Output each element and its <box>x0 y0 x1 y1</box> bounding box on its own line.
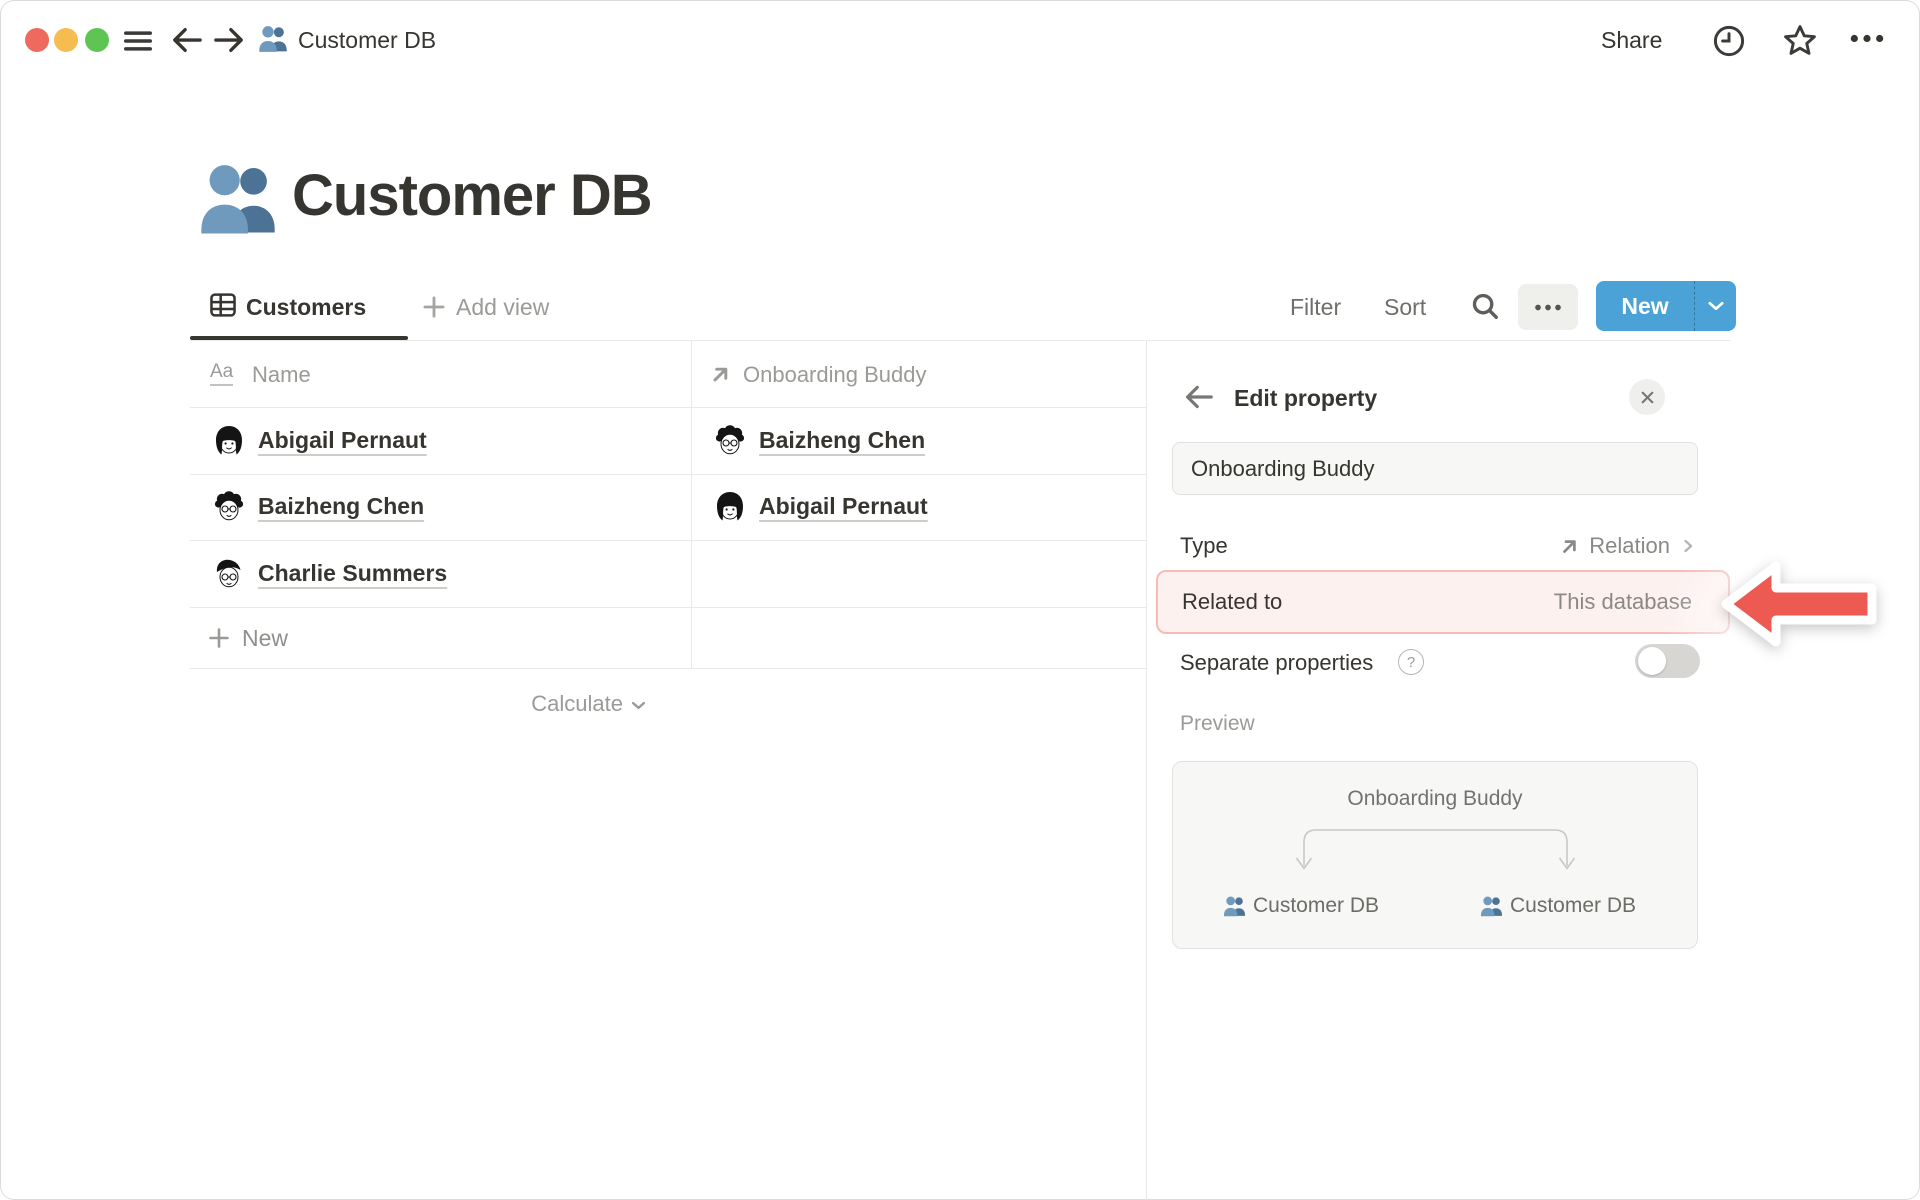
type-value: Relation <box>1589 533 1670 558</box>
tab-customers[interactable]: Customers <box>246 291 366 323</box>
name-cell[interactable]: Charlie Summers <box>190 541 691 607</box>
sort-button[interactable]: Sort <box>1384 292 1426 322</box>
breadcrumb-people-icon <box>258 24 288 53</box>
text-property-aa-icon: Aa <box>210 361 234 386</box>
column-header-name[interactable]: Name <box>252 360 311 390</box>
preview-right-database-label: Customer DB <box>1510 894 1637 917</box>
preview-left-database-label: Customer DB <box>1253 894 1380 917</box>
more-options-icon[interactable] <box>1848 32 1886 45</box>
view-options-dots-icon <box>1533 302 1563 313</box>
avatar <box>212 424 246 458</box>
record-link[interactable]: Baizheng Chen <box>258 490 424 522</box>
preview-left-database: Customer DB <box>1223 892 1379 920</box>
related-to-row[interactable]: Related to This database <box>1156 570 1730 634</box>
close-window-button[interactable] <box>25 28 49 52</box>
table-view-icon <box>208 290 238 320</box>
add-row-button[interactable]: New <box>190 607 1146 668</box>
record-link[interactable]: Baizheng Chen <box>759 424 925 456</box>
help-glyph: ? <box>1406 653 1416 671</box>
add-row-label: New <box>242 625 289 651</box>
panel-back-icon[interactable] <box>1183 383 1215 411</box>
active-tab-underline <box>190 336 408 340</box>
calculate-label: Calculate <box>531 691 623 716</box>
close-icon <box>1639 389 1656 406</box>
record-link[interactable]: Abigail Pernaut <box>759 490 928 522</box>
table-row[interactable]: Abigail Pernaut Baizheng Chen <box>190 408 1146 474</box>
new-record-button[interactable]: New <box>1596 281 1736 331</box>
people-icon <box>1223 895 1246 917</box>
related-to-label: Related to <box>1182 589 1283 614</box>
favorite-star-icon[interactable] <box>1782 23 1818 59</box>
name-cell[interactable]: Abigail Pernaut <box>190 408 691 474</box>
people-icon <box>1480 895 1503 917</box>
back-icon[interactable] <box>170 25 204 55</box>
forward-icon[interactable] <box>212 25 246 55</box>
relation-preview: Onboarding Buddy Customer DB Customer DB <box>1172 761 1698 949</box>
avatar <box>212 557 246 591</box>
relation-arrow-icon <box>708 362 733 387</box>
column-header-onboarding-buddy[interactable]: Onboarding Buddy <box>743 360 926 390</box>
app-window: Customer DB Share Customer DB Customers … <box>0 0 1920 1200</box>
help-icon[interactable]: ? <box>1398 649 1424 675</box>
chevron-down-icon <box>1705 295 1727 317</box>
add-view-button[interactable]: Add view <box>456 292 549 322</box>
table-row[interactable]: Baizheng Chen Abigail Pernaut <box>190 474 1146 540</box>
calculate-dropdown[interactable]: Calculate <box>400 690 648 718</box>
relation-arrow-icon <box>1558 535 1581 558</box>
avatar <box>713 490 747 524</box>
sidebar-menu-icon[interactable] <box>122 27 154 55</box>
updates-clock-icon[interactable] <box>1712 24 1746 58</box>
separate-properties-toggle[interactable] <box>1635 644 1700 678</box>
relation-bracket-icon <box>1295 829 1576 870</box>
buddy-cell[interactable]: Baizheng Chen <box>691 408 1146 474</box>
page-icon-people[interactable] <box>198 160 278 236</box>
chevron-right-icon <box>1678 536 1698 556</box>
preview-right-database: Customer DB <box>1480 892 1636 920</box>
zoom-window-button[interactable] <box>85 28 109 52</box>
view-options-button[interactable] <box>1518 284 1578 330</box>
panel-title: Edit property <box>1234 385 1378 411</box>
avatar <box>713 424 747 458</box>
plus-icon <box>206 625 232 651</box>
panel-close-button[interactable] <box>1629 379 1665 415</box>
property-name-input[interactable] <box>1172 442 1698 495</box>
separate-properties-label: Separate properties <box>1180 650 1374 675</box>
page-title: Customer DB <box>292 163 653 228</box>
avatar <box>212 490 246 524</box>
type-row[interactable]: Type Relation <box>1172 524 1698 568</box>
record-link[interactable]: Charlie Summers <box>258 557 447 589</box>
add-view-plus-icon <box>420 293 448 321</box>
red-arrow-left-icon <box>1721 561 1877 647</box>
minimize-window-button[interactable] <box>54 28 78 52</box>
preview-section-label: Preview <box>1180 712 1255 735</box>
related-to-value: This database <box>1553 589 1692 614</box>
buddy-cell[interactable]: Abigail Pernaut <box>691 474 1146 540</box>
breadcrumb[interactable]: Customer DB <box>298 24 436 56</box>
search-icon[interactable] <box>1470 291 1500 321</box>
share-button[interactable]: Share <box>1601 25 1662 55</box>
table-row[interactable]: Charlie Summers <box>190 541 1146 607</box>
new-button-label[interactable]: New <box>1596 281 1694 331</box>
new-button-dropdown[interactable] <box>1694 281 1736 331</box>
chevron-down-icon <box>629 696 648 715</box>
buddy-cell-empty[interactable] <box>691 541 1146 607</box>
type-label: Type <box>1180 533 1228 558</box>
name-cell[interactable]: Baizheng Chen <box>190 474 691 540</box>
filter-button[interactable]: Filter <box>1290 292 1341 322</box>
toggle-knob <box>1638 647 1666 675</box>
record-link[interactable]: Abigail Pernaut <box>258 424 427 456</box>
